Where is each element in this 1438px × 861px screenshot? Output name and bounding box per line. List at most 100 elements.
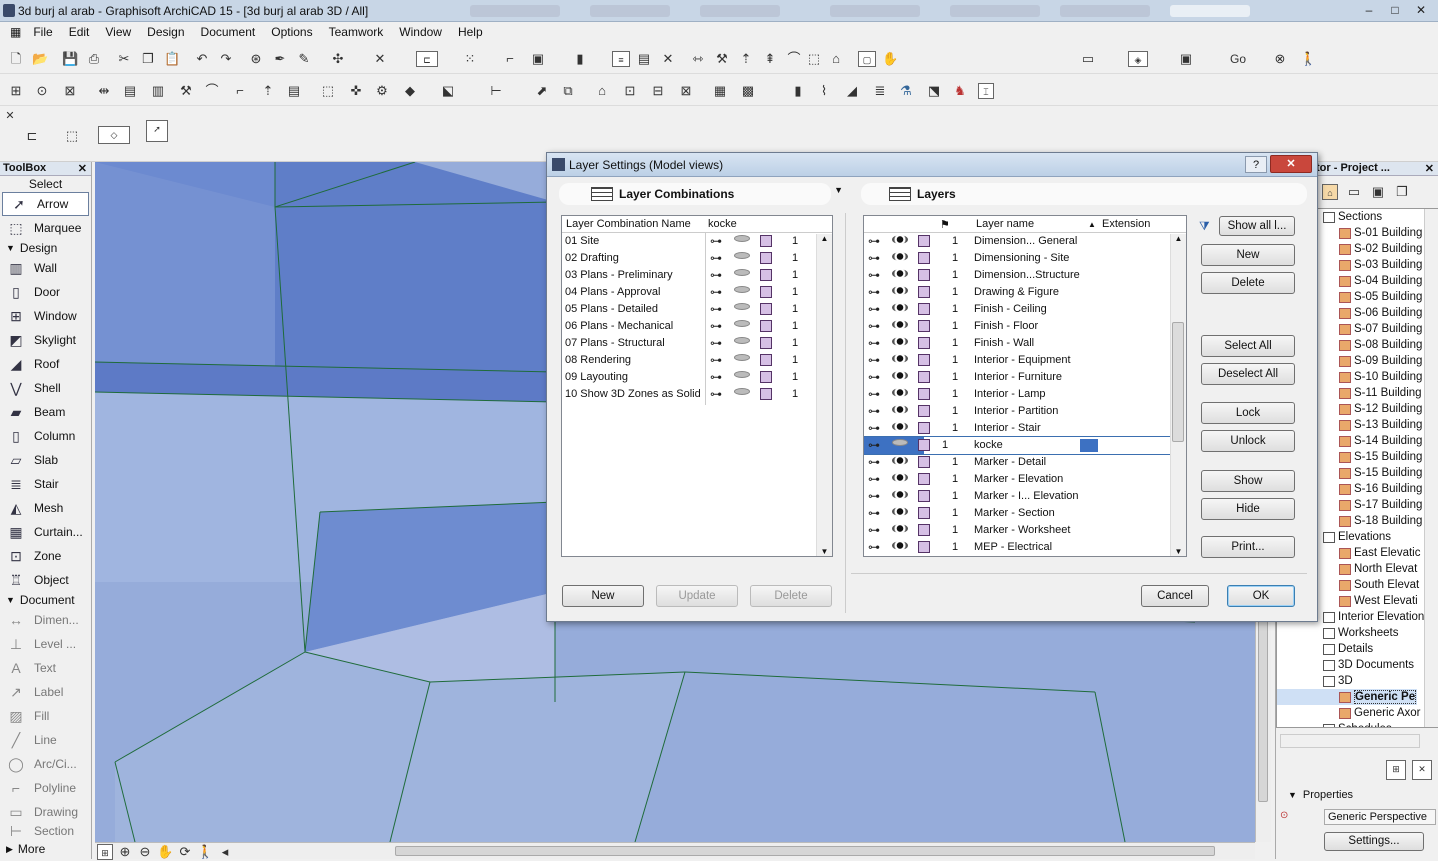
plane-icon[interactable]: ◆ xyxy=(402,83,418,99)
lock-state-icon[interactable]: ⊶ xyxy=(868,473,882,486)
close-toolbox-icon[interactable]: ✕ xyxy=(78,162,87,175)
lock-state-icon[interactable]: ⊶ xyxy=(868,456,882,469)
print-icon[interactable]: ⎙ xyxy=(86,51,102,67)
undo-icon[interactable]: ↶ xyxy=(194,51,210,67)
visibility-icon[interactable] xyxy=(892,405,908,414)
tool-text[interactable]: A Text xyxy=(0,656,91,680)
lock-state-icon[interactable]: ⊶ xyxy=(868,286,882,299)
eyedropper-icon[interactable]: ✒ xyxy=(272,51,288,67)
split-icon[interactable]: ⚒ xyxy=(714,51,730,67)
document-section[interactable]: ▼ Document xyxy=(0,592,91,608)
hide-button[interactable]: Hide xyxy=(1201,498,1295,520)
layer-row[interactable]: ⊶ 1 Interior - Partition xyxy=(864,403,1186,420)
layer-row[interactable]: ⊶ 1 Finish - Floor xyxy=(864,318,1186,335)
wireframe-icon[interactable] xyxy=(918,235,930,247)
lock-state-icon[interactable]: ⊶ xyxy=(868,354,882,367)
lock-icon[interactable]: ▮ xyxy=(572,51,588,67)
print-button[interactable]: Print... xyxy=(1201,536,1295,558)
menu-teamwork[interactable]: Teamwork xyxy=(321,25,392,39)
layer-row[interactable]: ⊶ 1 Interior - Lamp xyxy=(864,386,1186,403)
visibility-icon[interactable] xyxy=(892,507,908,516)
tool-line[interactable]: ╱ Line xyxy=(0,728,91,752)
tree-horizontal-scrollbar[interactable] xyxy=(1280,734,1420,748)
tree-vertical-scrollbar[interactable] xyxy=(1424,209,1438,727)
visibility-icon[interactable] xyxy=(892,303,908,312)
layer-row[interactable]: ⊶ 1 MEP - Electrical xyxy=(864,539,1186,556)
layer-row[interactable]: ⊶ 1 kocke xyxy=(864,436,1186,455)
layer-row[interactable]: ⊶ 1 Interior - Furniture xyxy=(864,369,1186,386)
visibility-icon[interactable] xyxy=(892,354,908,363)
extension-edit-field[interactable] xyxy=(1080,439,1098,452)
cancel-button[interactable]: Cancel xyxy=(1141,585,1209,607)
elevate-icon[interactable]: ⚒ xyxy=(178,83,194,99)
pointer-icon[interactable]: ➚ xyxy=(146,120,168,142)
orbit-icon[interactable]: ⊗ xyxy=(1272,51,1288,67)
zoom-icon[interactable]: ⊙ xyxy=(34,83,50,99)
layers-list-scrollbar[interactable]: ▲ ▼ xyxy=(1170,234,1186,556)
combination-row[interactable]: 01 Site ⊶ 1 xyxy=(562,233,832,250)
scroll-up-icon[interactable]: ▲ xyxy=(817,234,832,243)
align-icon[interactable]: ⬕ xyxy=(440,83,456,99)
view-3d-icon[interactable]: ▭ xyxy=(1080,51,1096,67)
label-tool-icon[interactable]: ⬔ xyxy=(926,83,942,99)
paste-icon[interactable]: 📋 xyxy=(164,51,180,67)
wireframe-icon[interactable] xyxy=(918,388,930,400)
dialog-close-button[interactable]: ✕ xyxy=(1270,155,1312,173)
layer-row[interactable]: ⊶ 1 Finish - Wall xyxy=(864,335,1186,352)
new-folder-icon[interactable]: ⊞ xyxy=(1386,760,1406,780)
combo-list-scrollbar[interactable]: ▲ ▼ xyxy=(816,234,832,556)
layer-row[interactable]: ⊶ 1 Dimensioning - Site xyxy=(864,250,1186,267)
tool-skylight[interactable]: ◩ Skylight xyxy=(0,328,91,352)
layer-row[interactable]: ⊶ 1 Dimension...Structure xyxy=(864,267,1186,284)
wireframe-icon[interactable] xyxy=(918,456,930,468)
layer-row[interactable]: ⊶ 1 Finish - Ceiling xyxy=(864,301,1186,318)
lock-state-icon[interactable]: ⊶ xyxy=(710,337,724,350)
navigator-item[interactable]: 3D Documents xyxy=(1277,657,1417,673)
walker-icon[interactable]: 🚶 xyxy=(1300,51,1316,67)
house-icon[interactable]: ⌂ xyxy=(594,83,610,99)
lock-state-icon[interactable]: ⊶ xyxy=(868,235,882,248)
tool-section[interactable]: ⊢ Section xyxy=(0,824,91,838)
wireframe-icon[interactable] xyxy=(760,269,772,281)
wireframe-icon[interactable] xyxy=(918,337,930,349)
visibility-icon[interactable] xyxy=(892,252,908,261)
roof-tool-icon[interactable]: ⌂ xyxy=(828,51,844,67)
figure-icon[interactable]: ♞ xyxy=(952,83,968,99)
zoom-out-icon[interactable]: ⊠ xyxy=(62,83,78,99)
close-info-box-icon[interactable]: ✕ xyxy=(2,108,18,124)
scroll-thumb[interactable] xyxy=(1172,322,1184,442)
layer-combinations-header[interactable]: Layer Combinations ▼ xyxy=(559,183,843,205)
combination-row[interactable]: 04 Plans - Approval ⊶ 1 xyxy=(562,284,832,301)
table-icon[interactable]: ▤ xyxy=(636,51,652,67)
unlock-button[interactable]: Unlock xyxy=(1201,430,1295,452)
lock-state-icon[interactable]: ⊶ xyxy=(868,320,882,333)
tool-marquee[interactable]: ⬚ Marquee xyxy=(0,216,91,240)
menu-window[interactable]: Window xyxy=(391,25,450,39)
wireframe-icon[interactable] xyxy=(760,320,772,332)
lock-state-icon[interactable]: ⊶ xyxy=(710,388,724,401)
find-select-icon[interactable]: ⊛ xyxy=(248,51,264,67)
combination-row[interactable]: 06 Plans - Mechanical ⊶ 1 xyxy=(562,318,832,335)
visibility-icon[interactable] xyxy=(734,235,750,242)
suspend-groups-icon[interactable]: ⊏ xyxy=(416,51,438,67)
lock-state-icon[interactable]: ⊶ xyxy=(868,422,882,435)
layer-row[interactable]: ⊶ 1 Interior - Stair xyxy=(864,420,1186,437)
tool-polyline[interactable]: ⌐ Polyline xyxy=(0,776,91,800)
lock-state-icon[interactable]: ⊶ xyxy=(868,388,882,401)
navigator-item[interactable]: Details xyxy=(1277,641,1417,657)
marker-icon[interactable]: ▮ xyxy=(790,83,806,99)
wireframe-icon[interactable] xyxy=(918,303,930,315)
view-name-field[interactable]: Generic Perspective xyxy=(1324,809,1436,825)
visibility-icon[interactable] xyxy=(734,252,750,259)
tool-mesh[interactable]: ◭ Mesh xyxy=(0,496,91,520)
tool-arc[interactable]: ◯ Arc/Ci... xyxy=(0,752,91,776)
wireframe-icon[interactable] xyxy=(760,388,772,400)
layer-row[interactable]: ⊶ 1 Marker - I... Elevation xyxy=(864,488,1186,505)
visibility-icon[interactable] xyxy=(734,303,750,310)
visibility-icon[interactable] xyxy=(734,388,750,395)
delete-combination-button[interactable]: Delete xyxy=(750,585,832,607)
combination-row[interactable]: 07 Plans - Structural ⊶ 1 xyxy=(562,335,832,352)
visibility-icon[interactable] xyxy=(892,456,908,465)
close-button[interactable]: ✕ xyxy=(1410,2,1432,18)
wireframe-icon[interactable] xyxy=(918,541,930,553)
